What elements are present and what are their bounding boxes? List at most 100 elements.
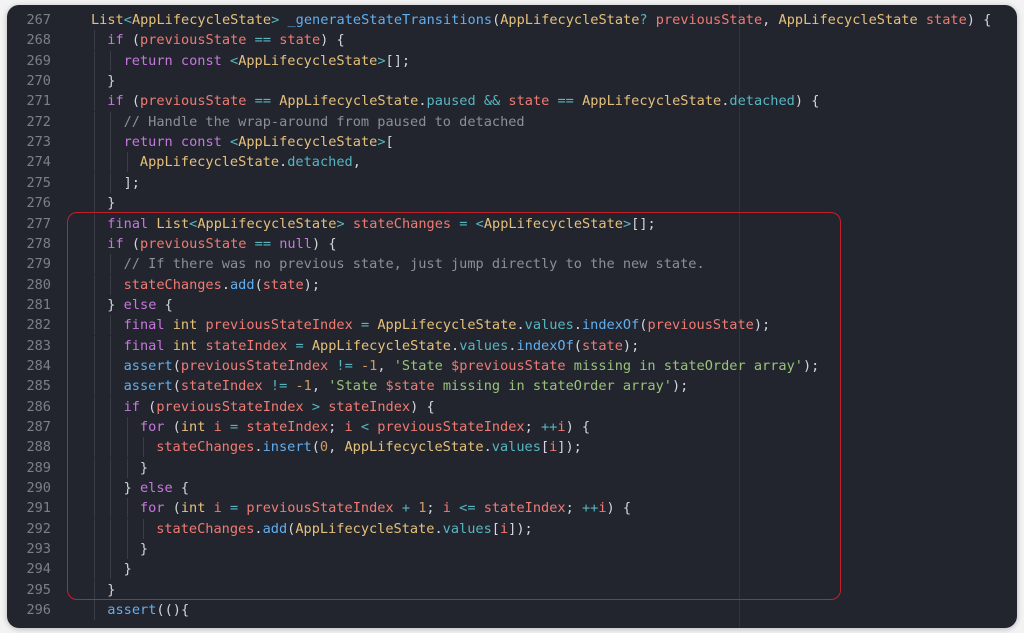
code-line: 269 return const <AppLifecycleState>[]; (7, 50, 1017, 71)
code-token: ) { (794, 93, 820, 110)
code-token: && (475, 93, 509, 110)
line-number: 291 (26, 500, 51, 517)
line-number: 277 (26, 215, 51, 232)
indent-guide (94, 30, 95, 51)
code-token: ? (639, 12, 656, 28)
line-text: if (previousState == AppLifecycleState.p… (107, 91, 819, 111)
code-token: > (271, 12, 288, 28)
indent-guide (110, 132, 112, 153)
code-token: == (549, 93, 583, 110)
line-number: 269 (26, 52, 51, 69)
code-token: assert (107, 602, 157, 619)
line-number: 285 (26, 378, 51, 395)
code-token: . (279, 154, 288, 171)
code-token: AppLifecycleState (500, 12, 640, 28)
line-number: 271 (26, 93, 51, 110)
code-token: paused (426, 93, 476, 110)
code-token: const (180, 52, 222, 69)
code-token: ) { (320, 32, 345, 49)
code-token: } (107, 73, 116, 90)
line-number: 272 (26, 113, 51, 130)
line-number: 280 (26, 276, 51, 293)
line-number: 294 (26, 561, 51, 578)
line-text: return const <AppLifecycleState>[]; (124, 51, 410, 71)
code-token: previousState (655, 12, 763, 28)
code-token: AppLifecycleState (139, 154, 280, 171)
code-token: detached (729, 93, 795, 110)
code-token: ( (123, 93, 141, 110)
indent-guide (94, 600, 95, 621)
code-token: , (762, 12, 779, 28)
code-token: [ (385, 134, 394, 151)
line-number: 286 (26, 398, 51, 415)
code-token: return (123, 134, 173, 151)
line-text: AppLifecycleState.detached, (140, 152, 361, 172)
code-line: 270} (7, 71, 1017, 92)
code-token: detached (287, 154, 353, 171)
line-text: List<AppLifecycleState> _generateStateTr… (91, 10, 991, 30)
code-token: < (230, 52, 239, 69)
code-editor: 267 List<AppLifecycleState> _generateStat… (7, 5, 1017, 628)
line-number: 292 (26, 520, 51, 537)
code-token: ]; (123, 174, 140, 191)
code-token: ) { (966, 12, 992, 28)
code-token: ( (123, 32, 141, 49)
code-line: 275]; (7, 172, 1017, 193)
code-line: 276} (7, 193, 1017, 214)
code-token: const (180, 134, 222, 151)
line-text: if (previousState == state) { (107, 30, 344, 50)
code-token: (() (156, 602, 181, 619)
code-token: AppLifecycleState (131, 12, 272, 28)
code-token: if (107, 32, 124, 49)
line-text: // Handle the wrap-around from paused to… (124, 112, 525, 132)
code-token: AppLifecycleState (238, 52, 378, 69)
code-token: == (246, 93, 280, 110)
code-token: AppLifecycleState (778, 12, 918, 28)
line-number: 274 (26, 154, 51, 171)
code-token: _generateStateTransitions (287, 12, 493, 28)
code-token: return (123, 52, 173, 69)
code-token: state (279, 32, 321, 49)
line-number: 283 (26, 337, 51, 354)
line-text: return const <AppLifecycleState>[ (124, 132, 394, 152)
code-token: List (91, 12, 124, 28)
line-number: 268 (26, 32, 51, 49)
indent-guide (110, 152, 112, 173)
line-number: 284 (26, 357, 51, 374)
code-token: . (418, 93, 427, 110)
line-number: 267 (26, 12, 51, 28)
code-line: 296 assert((){ (7, 600, 1017, 621)
code-token: AppLifecycleState (582, 93, 722, 110)
highlight-box (67, 212, 841, 600)
code-token: , (352, 154, 361, 171)
code-line: 272 // Handle the wrap-around from paused… (7, 111, 1017, 132)
code-token: < (123, 12, 132, 28)
indent-guide (94, 193, 95, 214)
line-number: 279 (26, 256, 51, 273)
code-token: AppLifecycleState (279, 93, 419, 110)
line-number: 295 (26, 581, 51, 598)
indent-guide (94, 152, 95, 173)
line-text: } (107, 71, 115, 91)
line-number: 288 (26, 439, 51, 456)
line-text: ]; (124, 173, 140, 193)
indent-guide (110, 50, 112, 71)
indent-guide (94, 172, 95, 193)
code-token: AppLifecycleState (238, 134, 378, 151)
line-number: 293 (26, 541, 51, 558)
indent-guide (94, 111, 95, 132)
code-line: 273 return const <AppLifecycleState>[ (7, 132, 1017, 153)
line-number: 276 (26, 195, 51, 212)
code-line: 267 List<AppLifecycleState> _generateStat… (7, 10, 1017, 30)
indent-guide (126, 152, 128, 173)
code-token: state (925, 12, 967, 28)
code-line: 268 if (previousState == state) { (7, 30, 1017, 51)
code-token: } (107, 195, 116, 212)
line-number: 296 (26, 602, 51, 619)
line-number: 289 (26, 459, 51, 476)
indent-guide (110, 172, 112, 193)
code-token: previousState (140, 32, 247, 49)
